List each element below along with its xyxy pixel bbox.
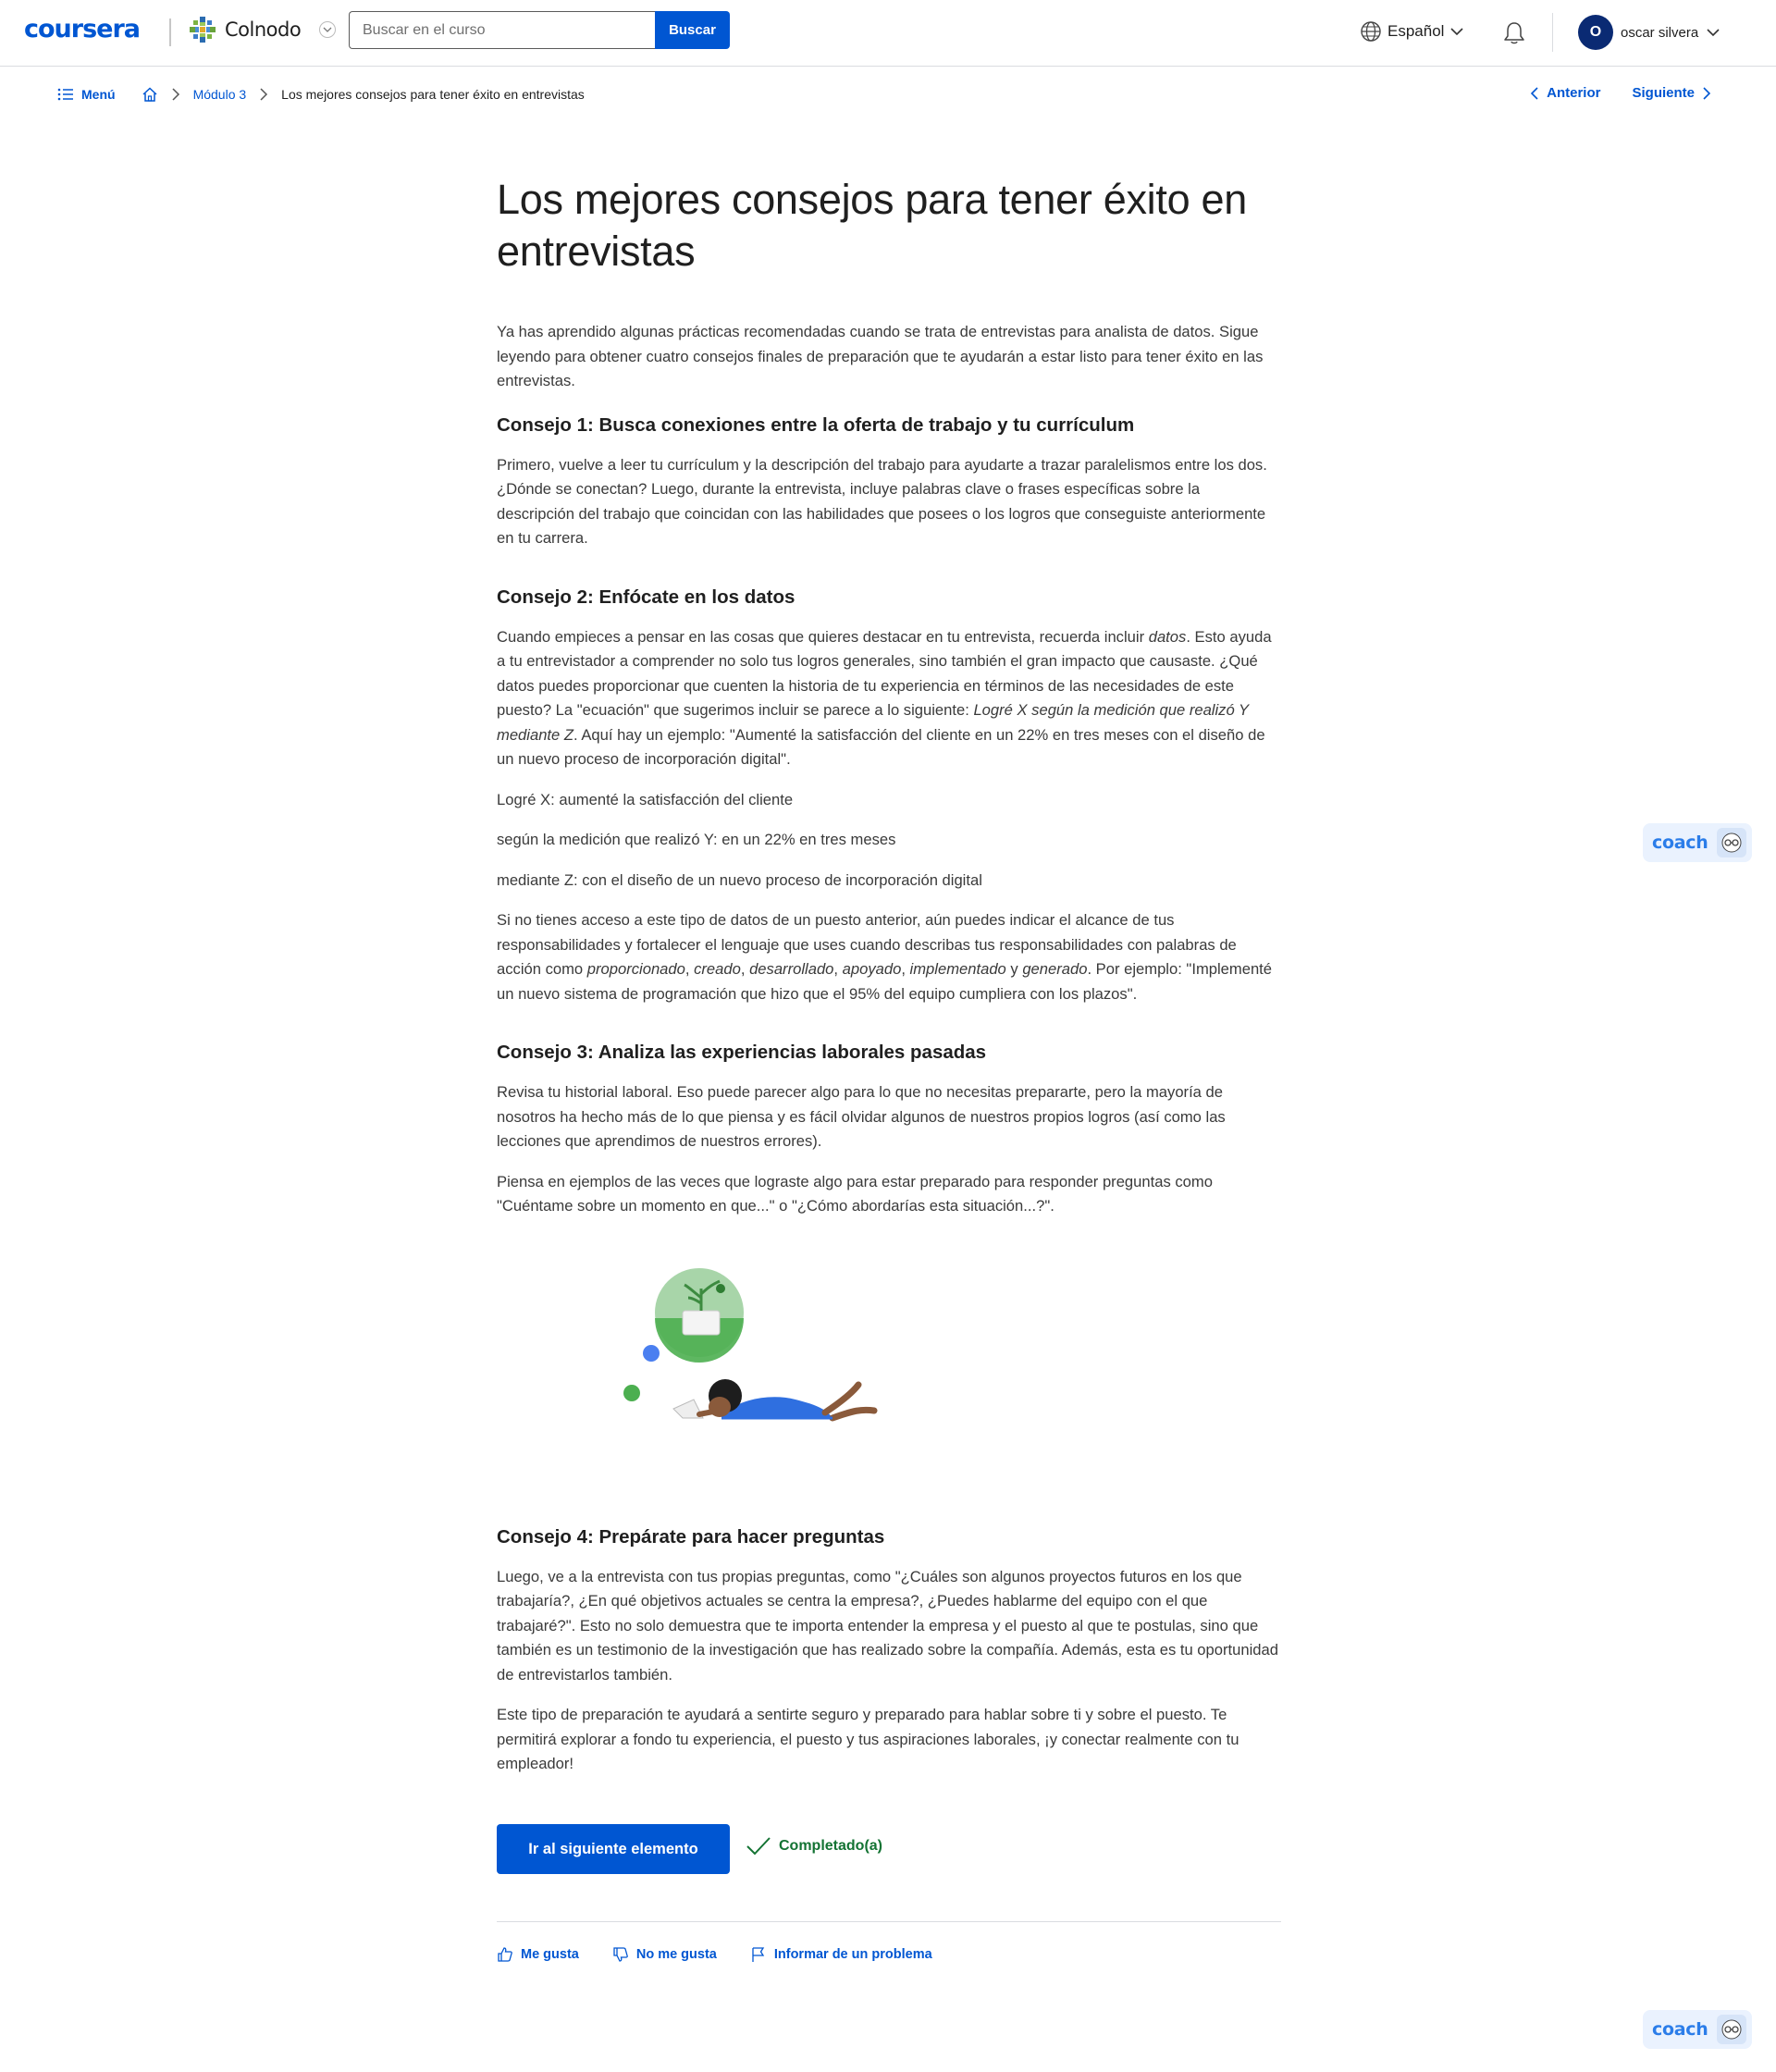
tip1-heading: Consejo 1: Busca conexiones entre la ofe… [497,413,1135,436]
previous-item-button[interactable]: Anterior [1530,85,1600,101]
next-label: Siguiente [1632,85,1695,101]
tip3-paragraph: Revisa tu historial laboral. Eso puede p… [497,1083,1226,1150]
checkmark-icon [746,1837,771,1856]
chevron-right-icon [260,88,268,101]
tip2-y-line: según la medición que realizó Y: en un 2… [497,831,896,848]
report-problem-button[interactable]: Informar de un problema [750,1946,932,1963]
reading-article: Los mejores consejos para tener éxito en… [497,174,1281,1777]
coach-label: coach [1652,2019,1708,2040]
chevron-down-icon [319,21,337,38]
dislike-button[interactable]: No me gusta [612,1946,717,1963]
coach-glasses-icon [1717,828,1747,857]
like-button[interactable]: Me gusta [497,1946,579,1963]
thumbs-down-icon [613,1947,628,1962]
previous-label: Anterior [1547,85,1601,101]
user-menu[interactable]: O oscar silvera [1578,15,1720,50]
completed-status: Completado(a) [746,1835,882,1857]
tip3-paragraph-2: Piensa en ejemplos de las veces que logr… [497,1172,1213,1215]
tip3-heading: Consejo 3: Analiza las experiencias labo… [497,1042,987,1063]
intro-paragraph: Ya has aprendido algunas prácticas recom… [497,323,1264,389]
emphasis-word: creado [694,960,741,978]
divider [497,1921,1281,1922]
notifications-bell-icon[interactable] [1502,20,1526,46]
go-to-next-item-button[interactable]: Ir al siguiente elemento [497,1824,730,1874]
tip2-heading: Consejo 2: Enfócate en los datos [497,586,796,608]
partner-switcher[interactable]: Colnodo [188,15,337,44]
emphasis-word: apoyado [842,960,902,978]
user-name: oscar silvera [1621,24,1699,41]
search-button[interactable]: Buscar [655,11,730,49]
coach-button-bottom[interactable]: coach [1643,2010,1752,2049]
text-run: Cuando empieces a pensar en las cosas qu… [497,627,1149,646]
emphasis-word: generado [1022,960,1088,978]
menu-label: Menú [81,87,116,102]
list-menu-icon [57,88,73,101]
coach-label: coach [1652,832,1708,853]
thumbs-up-icon [498,1947,512,1962]
flag-icon [752,1947,765,1962]
tip4-heading: Consejo 4: Prepárate para hacer pregunta… [497,1525,885,1548]
partner-name: Colnodo [225,18,302,41]
chevron-down-icon [1450,28,1464,36]
avatar: O [1578,15,1613,50]
coach-button[interactable]: coach [1643,823,1752,862]
tip2-z-line: mediante Z: con el diseño de un nuevo pr… [497,870,982,889]
breadcrumb-module-link[interactable]: Módulo 3 [193,87,247,102]
emphasis-word: implementado [909,960,1006,978]
chevron-left-icon [1531,86,1538,100]
tip4-paragraph-2: Este tipo de preparación te ayudará a se… [497,1706,1240,1772]
menu-toggle-button[interactable]: Menú [57,87,116,102]
emphasis-word: proporcionado [586,960,685,978]
search-input[interactable] [349,11,655,49]
tip2-x-line: Logré X: aumenté la satisfacción del cli… [497,790,794,808]
tip2-paragraph: Cuando empieces a pensar en las cosas qu… [497,625,1281,772]
dislike-label: No me gusta [635,1947,717,1962]
tip4-paragraph: Luego, ve a la entrevista con tus propia… [497,1567,1278,1684]
colnodo-logo-icon [190,17,216,43]
report-label: Informar de un problema [773,1947,932,1962]
tip1-paragraph: Primero, vuelve a leer tu currículum y l… [497,455,1267,548]
coach-glasses-icon [1717,2015,1747,2044]
item-navigation: Anterior Siguiente [1530,85,1711,101]
feedback-bar: Me gusta No me gusta Informar de un prob… [497,1946,932,1963]
text-run: y [1005,960,1023,978]
chevron-right-icon [172,88,179,101]
language-selector[interactable]: Español [1360,20,1464,43]
chevron-down-icon [1707,29,1720,37]
top-header: coursera Colnodo Buscar en el curso Busc… [0,0,1776,67]
globe-icon [1361,21,1381,42]
text-run: . Aquí hay un ejemplo: "Aumenté la satis… [497,725,1265,769]
like-label: Me gusta [521,1947,579,1962]
emphasis-word: desarrollado [749,960,834,978]
home-icon[interactable] [142,86,158,103]
coursera-logo[interactable]: coursera [24,15,141,43]
person-laptop-illustration [623,1268,878,1422]
language-label: Español [1388,22,1445,40]
logo-divider [169,18,171,46]
tip2-paragraph-2: Si no tienes acceso a este tipo de datos… [497,911,1273,1003]
next-item-link[interactable]: Siguiente [1632,85,1711,101]
breadcrumb: Menú Módulo 3 Los mejores consejos para … [57,86,585,103]
emphasis-datos: datos [1148,627,1187,646]
header-separator [1552,13,1553,52]
chevron-right-icon [1703,86,1711,100]
breadcrumb-current: Los mejores consejos para tener éxito en… [281,87,585,102]
completed-label: Completado(a) [779,1838,882,1854]
page-title: Los mejores consejos para tener éxito en… [497,176,1247,275]
